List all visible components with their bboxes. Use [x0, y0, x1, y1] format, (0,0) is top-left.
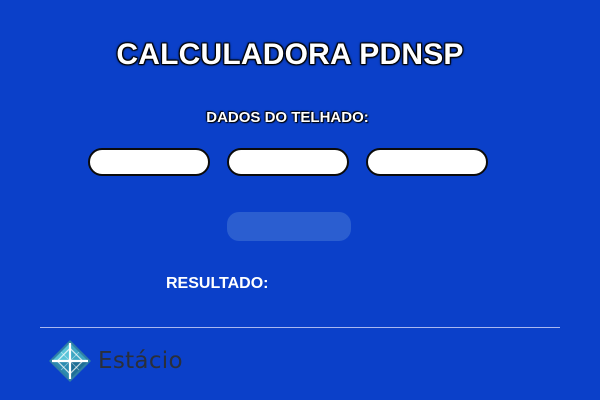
footer-divider — [40, 327, 560, 328]
estacio-logo-icon — [49, 340, 91, 382]
roof-input-3[interactable] — [366, 148, 488, 176]
calculator-title: CALCULADORA PDNSP — [116, 38, 464, 71]
result-label: RESULTADO: — [166, 275, 269, 292]
calculate-button[interactable] — [227, 212, 351, 241]
estacio-logo-text: Estácio — [98, 348, 183, 374]
roof-input-2[interactable] — [227, 148, 349, 176]
roof-input-1[interactable] — [88, 148, 210, 176]
roof-data-label: DADOS DO TELHADO: — [206, 109, 369, 126]
estacio-logo: Estácio — [48, 338, 183, 384]
